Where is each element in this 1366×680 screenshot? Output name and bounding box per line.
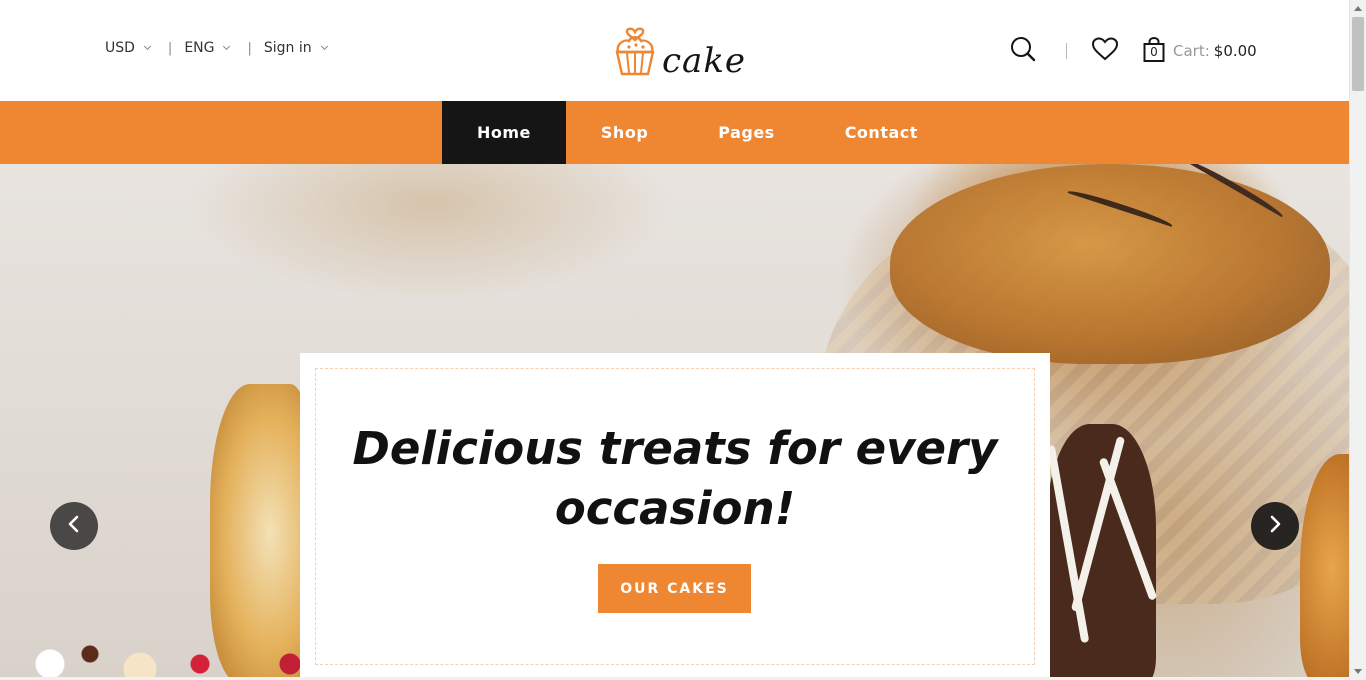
- header-actions: 0 Cart: $0.00: [1010, 36, 1257, 66]
- drizzle: [1066, 187, 1174, 231]
- cart-label: Cart:: [1173, 42, 1210, 60]
- shopping-bag-icon: 0: [1143, 37, 1165, 63]
- slide-title: Delicious treats for every occasion!: [352, 422, 998, 535]
- language-label: ENG: [184, 40, 215, 56]
- cupcake-icon: [614, 22, 656, 80]
- slider-next-button[interactable]: [1251, 502, 1299, 550]
- signin-label: Sign in: [263, 40, 312, 56]
- signin-menu[interactable]: Sign in: [263, 40, 328, 56]
- hero-background-muffin: [890, 164, 1330, 364]
- cart-amount: $0.00: [1213, 42, 1257, 60]
- hero-slider: Delicious treats for every occasion! OUR…: [0, 164, 1349, 680]
- cart-count: 0: [1150, 45, 1158, 59]
- chevron-right-icon: [1268, 515, 1282, 537]
- chevron-down-icon: [320, 42, 328, 51]
- site-logo[interactable]: cake: [614, 22, 746, 80]
- scroll-up-icon[interactable]: [1354, 6, 1362, 11]
- hero-background-crumbs: [20, 634, 310, 680]
- top-left-options: USD | ENG | Sign in: [105, 40, 328, 56]
- chevron-down-icon: [143, 42, 151, 51]
- page: USD | ENG | Sign in cake 0 Cart: $0.00 H…: [0, 0, 1366, 680]
- scroll-down-icon[interactable]: [1354, 669, 1362, 674]
- logo-text: cake: [662, 41, 747, 81]
- scrollbar-thumb[interactable]: [1352, 17, 1364, 91]
- slider-prev-button[interactable]: [50, 502, 98, 550]
- divider: [1066, 43, 1067, 59]
- vertical-scrollbar[interactable]: [1349, 0, 1366, 680]
- icing: [1046, 444, 1090, 644]
- separator: |: [167, 40, 173, 56]
- chevron-down-icon: [223, 42, 231, 51]
- nav-item-home[interactable]: Home: [442, 101, 566, 164]
- language-selector[interactable]: ENG: [184, 40, 231, 56]
- search-icon[interactable]: [1010, 36, 1036, 66]
- separator: |: [247, 40, 252, 56]
- top-header: USD | ENG | Sign in cake 0 Cart: $0.00: [0, 0, 1349, 101]
- nav-item-shop[interactable]: Shop: [566, 101, 683, 164]
- nav-item-contact[interactable]: Contact: [810, 101, 953, 164]
- currency-selector[interactable]: USD: [105, 40, 151, 56]
- currency-label: USD: [105, 40, 135, 56]
- cart-button[interactable]: 0 Cart: $0.00: [1143, 37, 1257, 63]
- slide-caption-card: Delicious treats for every occasion! OUR…: [300, 353, 1050, 680]
- nav-items: Home Shop Pages Contact: [442, 101, 953, 164]
- hero-background-brownie: [1046, 424, 1158, 680]
- our-cakes-button[interactable]: OUR CAKES: [598, 564, 751, 613]
- heart-icon[interactable]: [1091, 37, 1119, 65]
- nav-item-pages[interactable]: Pages: [683, 101, 809, 164]
- chevron-left-icon: [67, 515, 81, 537]
- drizzle: [1184, 164, 1286, 221]
- icing: [1098, 457, 1158, 601]
- main-nav: Home Shop Pages Contact: [0, 101, 1349, 164]
- page-content: USD | ENG | Sign in cake 0 Cart: $0.00 H…: [0, 0, 1349, 680]
- icing: [1070, 436, 1126, 612]
